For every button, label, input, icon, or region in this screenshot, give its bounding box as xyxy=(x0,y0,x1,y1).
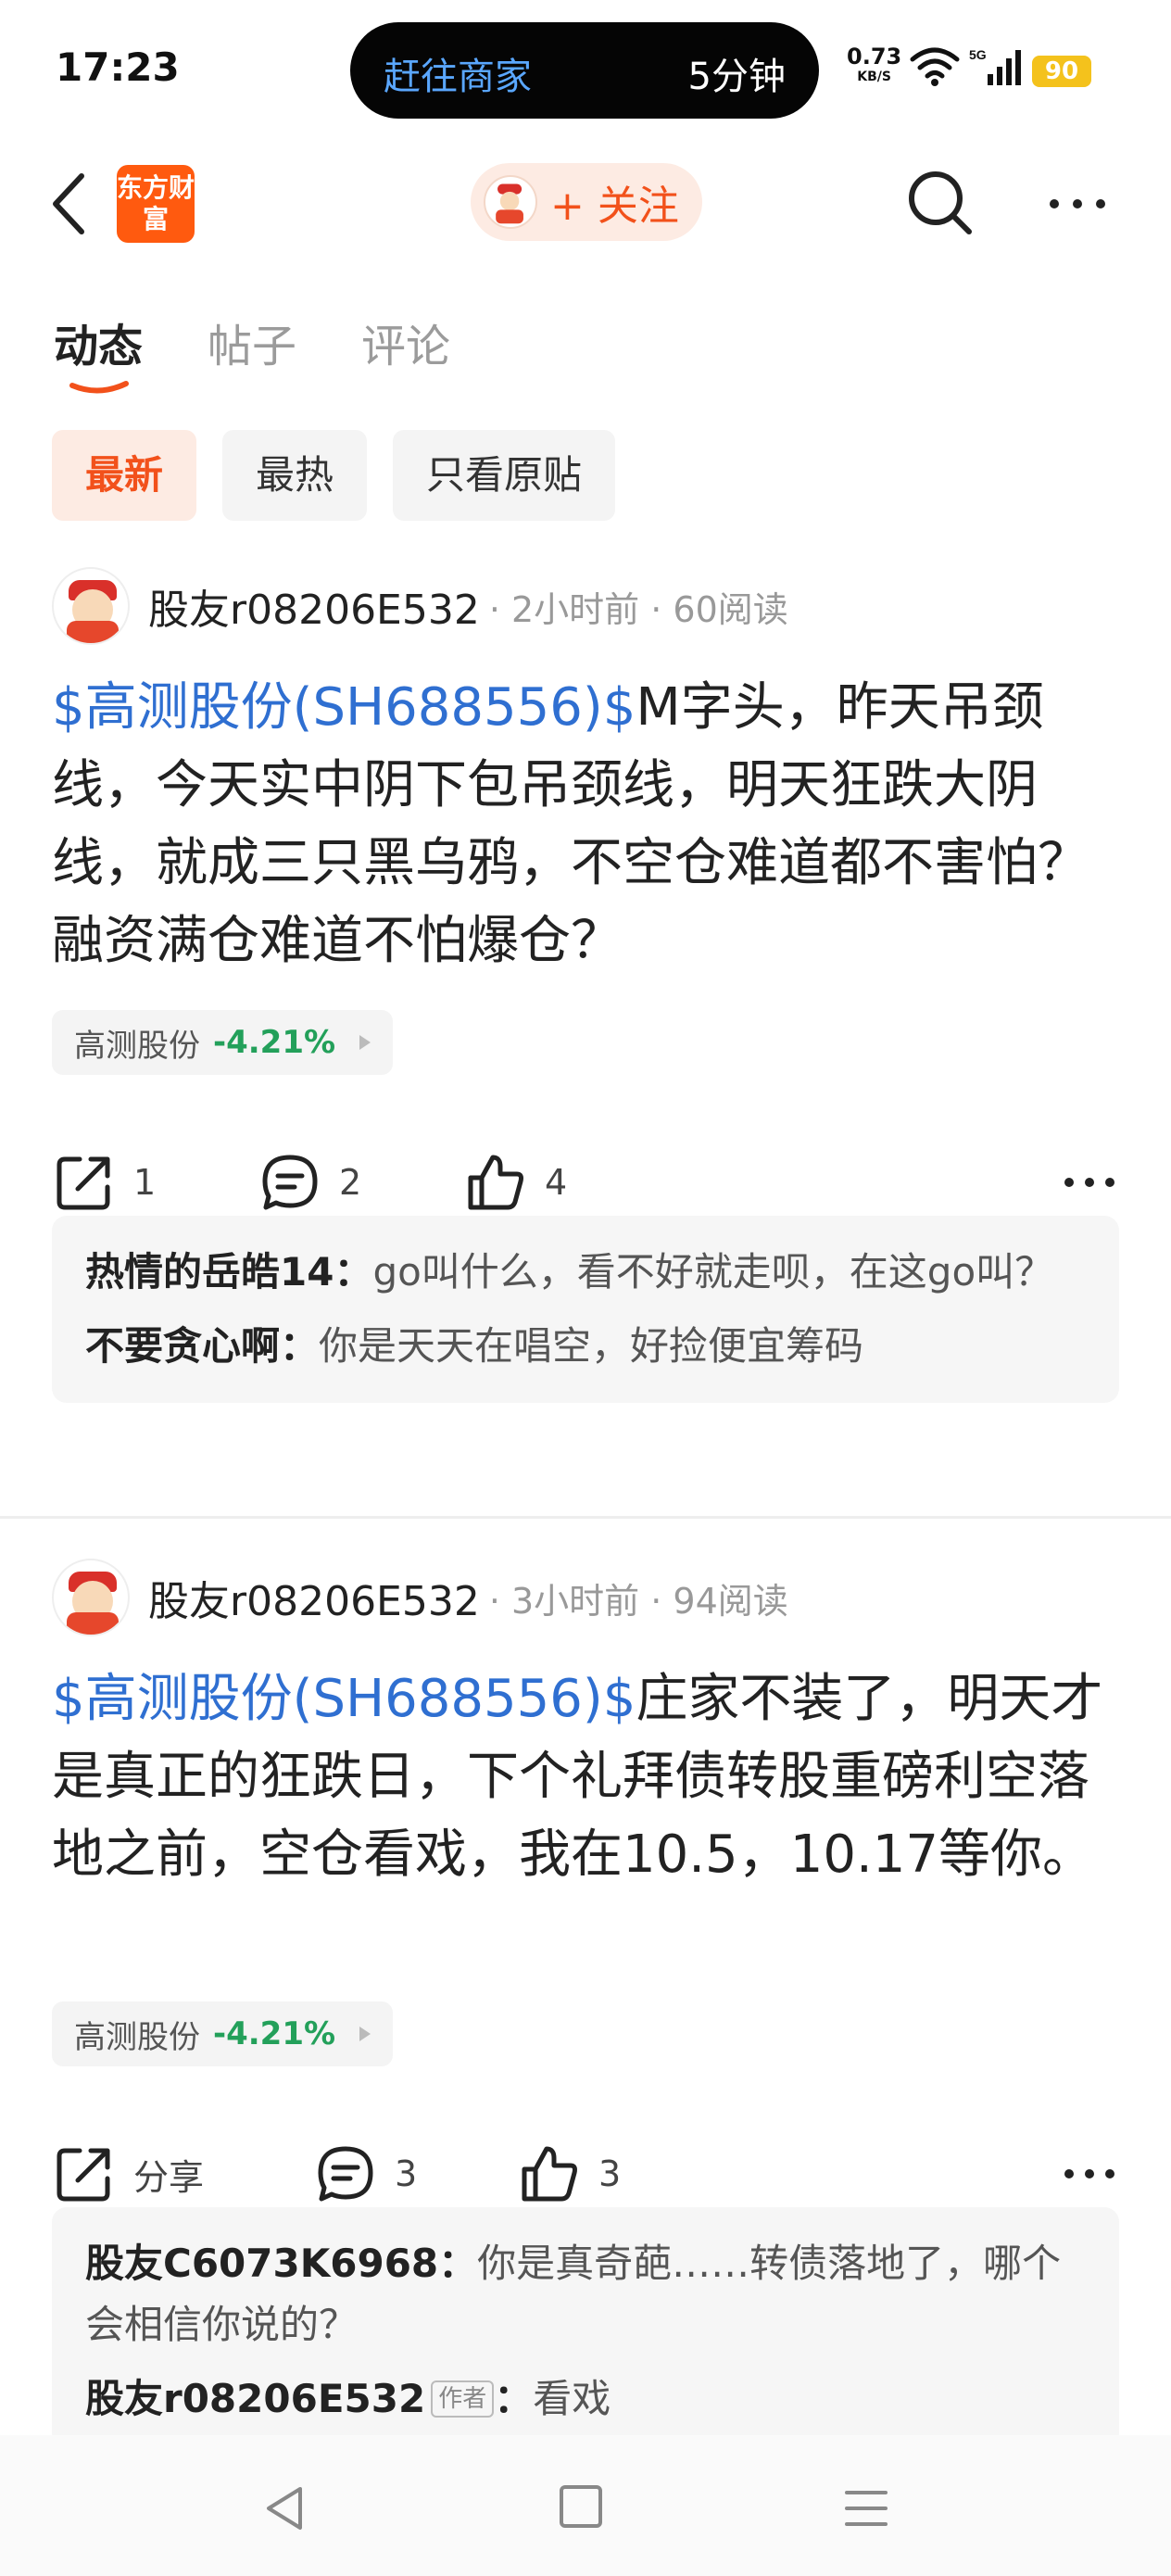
post-body[interactable]: $高测股份(SH688556)$M字头，昨天吊颈线，今天实中阴下包吊颈线，明天狂… xyxy=(52,669,1117,980)
share-count: 1 xyxy=(133,1162,157,1203)
more-options-icon[interactable] xyxy=(1062,1164,1117,1201)
filter-hottest[interactable]: 最热 xyxy=(222,430,368,521)
comment-item: 不要贪心啊：你是天天在唱空，好捡便宜筹码 xyxy=(85,1316,1086,1377)
like-count: 4 xyxy=(545,1162,568,1203)
stock-change: -4.21% xyxy=(213,2015,336,2052)
comment-author[interactable]: 股友C6073K6968： xyxy=(85,2241,477,2286)
network-speed: 0.73 KB/S xyxy=(847,44,902,87)
post-actions: 1 2 4 xyxy=(52,1145,1117,1219)
share-button[interactable]: 1 xyxy=(52,1145,156,1219)
post-header: 股友r08206E532 · 2小时前 · 60阅读 xyxy=(52,567,788,645)
comment-text: go叫什么，看不好就走呗，在这go叫？ xyxy=(372,1249,1054,1294)
like-count: 3 xyxy=(598,2153,622,2194)
comment-bubble-icon xyxy=(318,2146,373,2202)
status-time: 17:23 xyxy=(56,44,180,90)
dynamic-island[interactable]: 赶往商家 5分钟 xyxy=(350,22,819,119)
share-icon xyxy=(57,1156,110,1210)
author-badge: 作者 xyxy=(431,2380,495,2418)
svg-text:5G: 5G xyxy=(969,47,987,62)
battery-indicator: 90 xyxy=(1032,56,1091,87)
stock-name: 高测股份 xyxy=(74,2018,200,2056)
cellular-signal-icon: 5G xyxy=(969,47,1021,85)
post-body[interactable]: $高测股份(SH688556)$庄家不装了，明天才是真正的狂跌日，下个礼拜债转股… xyxy=(52,1661,1117,1894)
thumbs-up-icon xyxy=(468,1155,523,1210)
comment-count: 3 xyxy=(395,2153,418,2194)
more-options-icon[interactable] xyxy=(1045,185,1110,222)
network-speed-unit: KB/S xyxy=(857,69,891,84)
arrow-right-icon xyxy=(359,2027,371,2041)
tab-dynamics[interactable]: 动态 xyxy=(54,309,143,374)
stock-mention-link[interactable]: $高测股份(SH688556)$ xyxy=(52,677,636,738)
comment-item: 股友r08206E532 作者 ：看戏 xyxy=(85,2368,1086,2430)
comment-text: 你是天天在唱空，好捡便宜筹码 xyxy=(319,1323,864,1369)
nav-back-icon[interactable] xyxy=(261,2483,311,2533)
comment-preview[interactable]: 股友C6073K6968：你是真奇葩……转债落地了，哪个会相信你说的？ 股友r0… xyxy=(52,2207,1119,2448)
comment-author[interactable]: 股友r08206E532 xyxy=(85,2376,425,2421)
stock-quote-tag[interactable]: 高测股份 -4.21% xyxy=(52,2001,394,2066)
comment-count: 2 xyxy=(339,1162,362,1203)
filter-latest[interactable]: 最新 xyxy=(52,430,197,521)
avatar[interactable] xyxy=(52,567,130,645)
wifi-icon xyxy=(910,47,960,86)
nav-menu-icon[interactable] xyxy=(843,2485,889,2532)
avatar[interactable] xyxy=(52,1559,130,1636)
system-nav-bar xyxy=(0,2435,1171,2576)
filter-chips: 最新 最热 只看原贴 xyxy=(52,430,616,521)
follow-button[interactable]: + 关注 xyxy=(471,163,702,241)
post-author[interactable]: 股友r08206E532 xyxy=(148,1568,480,1627)
comment-author[interactable]: 热情的岳皓14： xyxy=(85,1249,372,1294)
content-tabs: 动态 帖子 评论 xyxy=(54,309,450,374)
island-eta: 5分钟 xyxy=(687,56,786,98)
post-meta: · 2小时前 · 60阅读 xyxy=(488,588,788,630)
filter-original-only[interactable]: 只看原贴 xyxy=(393,430,616,521)
arrow-right-icon xyxy=(359,1035,371,1050)
share-icon xyxy=(57,2148,110,2202)
fortune-god-icon xyxy=(496,183,523,224)
comment-preview[interactable]: 热情的岳皓14：go叫什么，看不好就走呗，在这go叫？ 不要贪心啊：你是天天在唱… xyxy=(52,1216,1119,1403)
tab-comments[interactable]: 评论 xyxy=(361,309,450,374)
stock-change: -4.21% xyxy=(213,1024,336,1061)
comment-button[interactable]: 3 xyxy=(313,2137,417,2211)
stock-mention-link[interactable]: $高测股份(SH688556)$ xyxy=(52,1669,636,1729)
stock-quote-tag[interactable]: 高测股份 -4.21% xyxy=(52,1010,394,1075)
comment-bubble-icon xyxy=(262,1155,318,1210)
brand-logo[interactable]: 东方财富 xyxy=(117,165,195,243)
island-delivery-status: 赶往商家 xyxy=(384,56,532,98)
tab-posts[interactable]: 帖子 xyxy=(208,309,296,374)
share-button[interactable]: 分享 xyxy=(52,2137,204,2211)
nav-home-icon[interactable] xyxy=(560,2485,602,2528)
follow-label: + 关注 xyxy=(550,183,679,230)
comment-author[interactable]: 不要贪心啊： xyxy=(85,1323,319,1369)
thumbs-up-icon xyxy=(522,2146,577,2202)
post-author[interactable]: 股友r08206E532 xyxy=(148,576,480,636)
status-bar: 17:23 赶往商家 5分钟 0.73 KB/S 5G 90 xyxy=(0,0,1171,139)
back-arrow-icon[interactable] xyxy=(46,167,93,241)
comment-separator: ： xyxy=(494,2376,534,2421)
search-icon[interactable] xyxy=(902,165,976,239)
more-options-icon[interactable] xyxy=(1062,2155,1117,2192)
like-button[interactable]: 4 xyxy=(463,1145,567,1219)
post-actions: 分享 3 3 xyxy=(52,2137,1117,2211)
post-header: 股友r08206E532 · 3小时前 · 94阅读 xyxy=(52,1559,788,1636)
network-speed-value: 0.73 xyxy=(847,44,902,69)
like-button[interactable]: 3 xyxy=(517,2137,621,2211)
follow-avatar xyxy=(484,175,537,229)
active-tab-indicator xyxy=(69,381,129,394)
comment-item: 热情的岳皓14：go叫什么，看不好就走呗，在这go叫？ xyxy=(85,1242,1086,1303)
post-divider xyxy=(0,1516,1171,1519)
comment-item: 股友C6073K6968：你是真奇葩……转债落地了，哪个会相信你说的？ xyxy=(85,2233,1086,2355)
share-label: 分享 xyxy=(133,2156,205,2198)
post-meta: · 3小时前 · 94阅读 xyxy=(488,1580,788,1622)
comment-button[interactable]: 2 xyxy=(258,1145,361,1219)
stock-name: 高测股份 xyxy=(74,1027,200,1065)
comment-text: 看戏 xyxy=(533,2376,611,2421)
